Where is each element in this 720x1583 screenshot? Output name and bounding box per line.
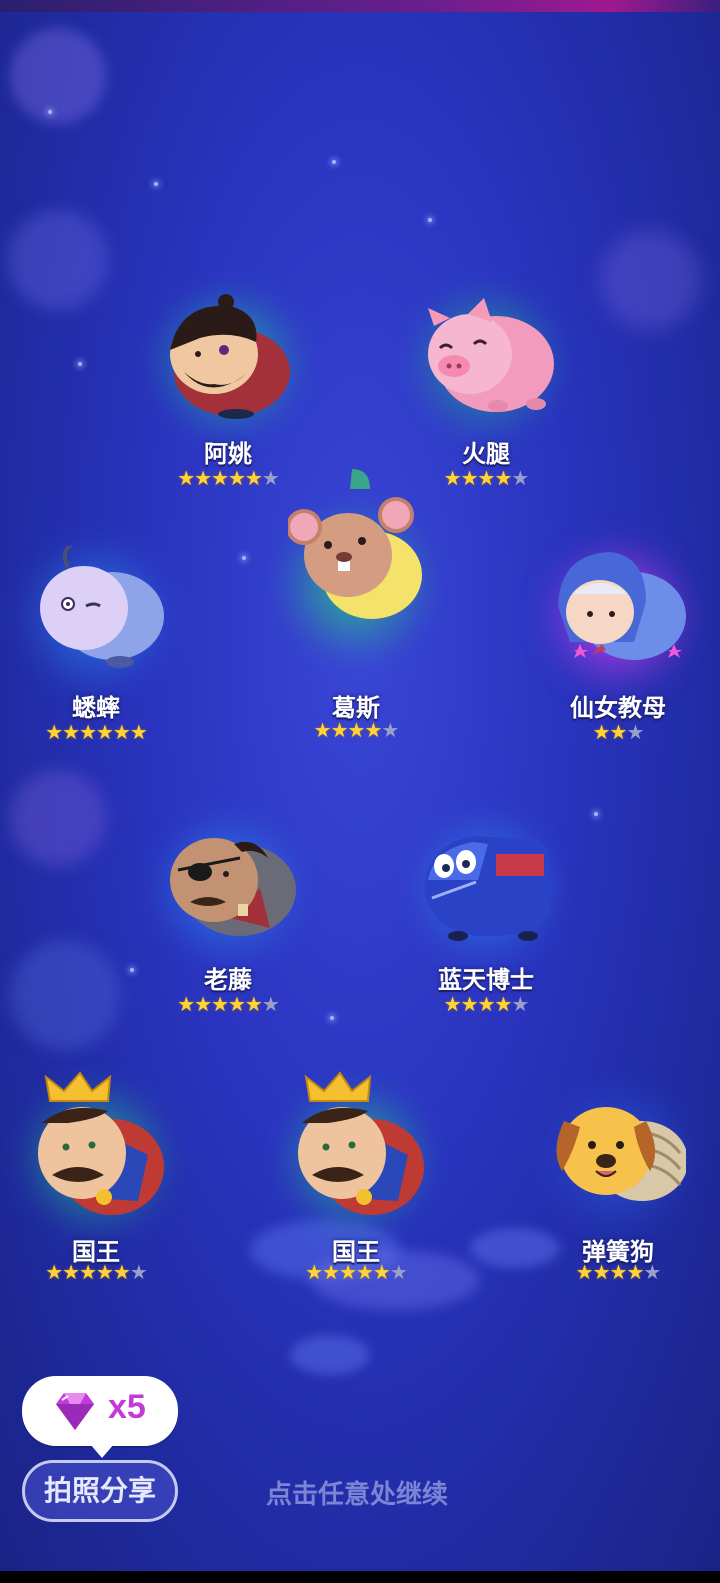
- reward-bubble: x5: [22, 1376, 178, 1458]
- star-rating: ★★★★★★: [45, 720, 148, 744]
- sparkle: [594, 812, 598, 816]
- character-card[interactable]: 老藤 ★★★★★★: [138, 808, 318, 1048]
- bokeh-light: [10, 940, 120, 1050]
- sparkle: [154, 182, 158, 186]
- character-avatar: [298, 1071, 424, 1215]
- character-name: 老藤: [204, 967, 252, 994]
- character-avatar: [170, 838, 296, 936]
- sparkle: [48, 110, 52, 114]
- character-avatar: [38, 1071, 164, 1215]
- character-avatar: [556, 1107, 686, 1201]
- character-card[interactable]: 蟋蟀 ★★★★★★: [6, 536, 186, 776]
- status-strip: [0, 0, 720, 12]
- star-rating: ★★★★★★: [45, 1260, 148, 1284]
- sparkle: [330, 1016, 334, 1020]
- star-rating: ★★★★★: [575, 1260, 662, 1284]
- character-card[interactable]: 国王 ★★★★★★: [266, 1068, 446, 1308]
- character-avatar: [428, 298, 554, 412]
- character-avatar: [558, 552, 686, 660]
- character-card[interactable]: 葛斯 ★★★★★: [266, 464, 446, 740]
- star-rating: ★★★★★★: [177, 992, 280, 1016]
- character-avatar: [170, 294, 290, 419]
- sparkle: [428, 218, 432, 222]
- bokeh-light: [290, 1335, 370, 1375]
- share-photo-button[interactable]: 拍照分享: [22, 1460, 178, 1522]
- tap-to-continue-hint: 点击任意处继续: [266, 1479, 449, 1509]
- star-rating: ★★★: [592, 720, 645, 744]
- sparkle: [242, 556, 246, 560]
- game-screen[interactable]: 阿姚 ★★★★★★ 火腿 ★★★★★ 蟋蟀 ★★★★★★ 葛斯 ★★★★★ 仙女…: [0, 0, 720, 1583]
- bokeh-light: [10, 28, 106, 124]
- character-avatar: [288, 469, 422, 619]
- bokeh-light: [8, 210, 108, 310]
- character-card[interactable]: 弹簧狗 ★★★★★: [528, 1068, 708, 1308]
- bottom-strip: [0, 1571, 720, 1583]
- character-name: 蟋蟀: [72, 695, 120, 722]
- character-name: 仙女教母: [570, 695, 666, 722]
- character-card[interactable]: 国王 ★★★★★★: [6, 1068, 186, 1308]
- bokeh-light: [600, 230, 700, 330]
- character-avatar: [40, 546, 164, 668]
- reward-count: x5: [108, 1388, 146, 1426]
- character-name: 蓝天博士: [438, 967, 534, 994]
- sparkle: [130, 968, 134, 972]
- gem-icon: [56, 1393, 94, 1430]
- sparkle: [332, 160, 336, 164]
- star-rating: ★★★★★: [313, 718, 400, 742]
- character-card[interactable]: 仙女教母 ★★★: [528, 536, 708, 776]
- star-rating: ★★★★★: [443, 992, 530, 1016]
- sparkle: [78, 362, 82, 366]
- character-avatar: [424, 836, 551, 941]
- character-card[interactable]: 蓝天博士 ★★★★★: [396, 808, 576, 1048]
- star-rating: ★★★★★★: [305, 1260, 408, 1284]
- bokeh-light: [10, 770, 106, 866]
